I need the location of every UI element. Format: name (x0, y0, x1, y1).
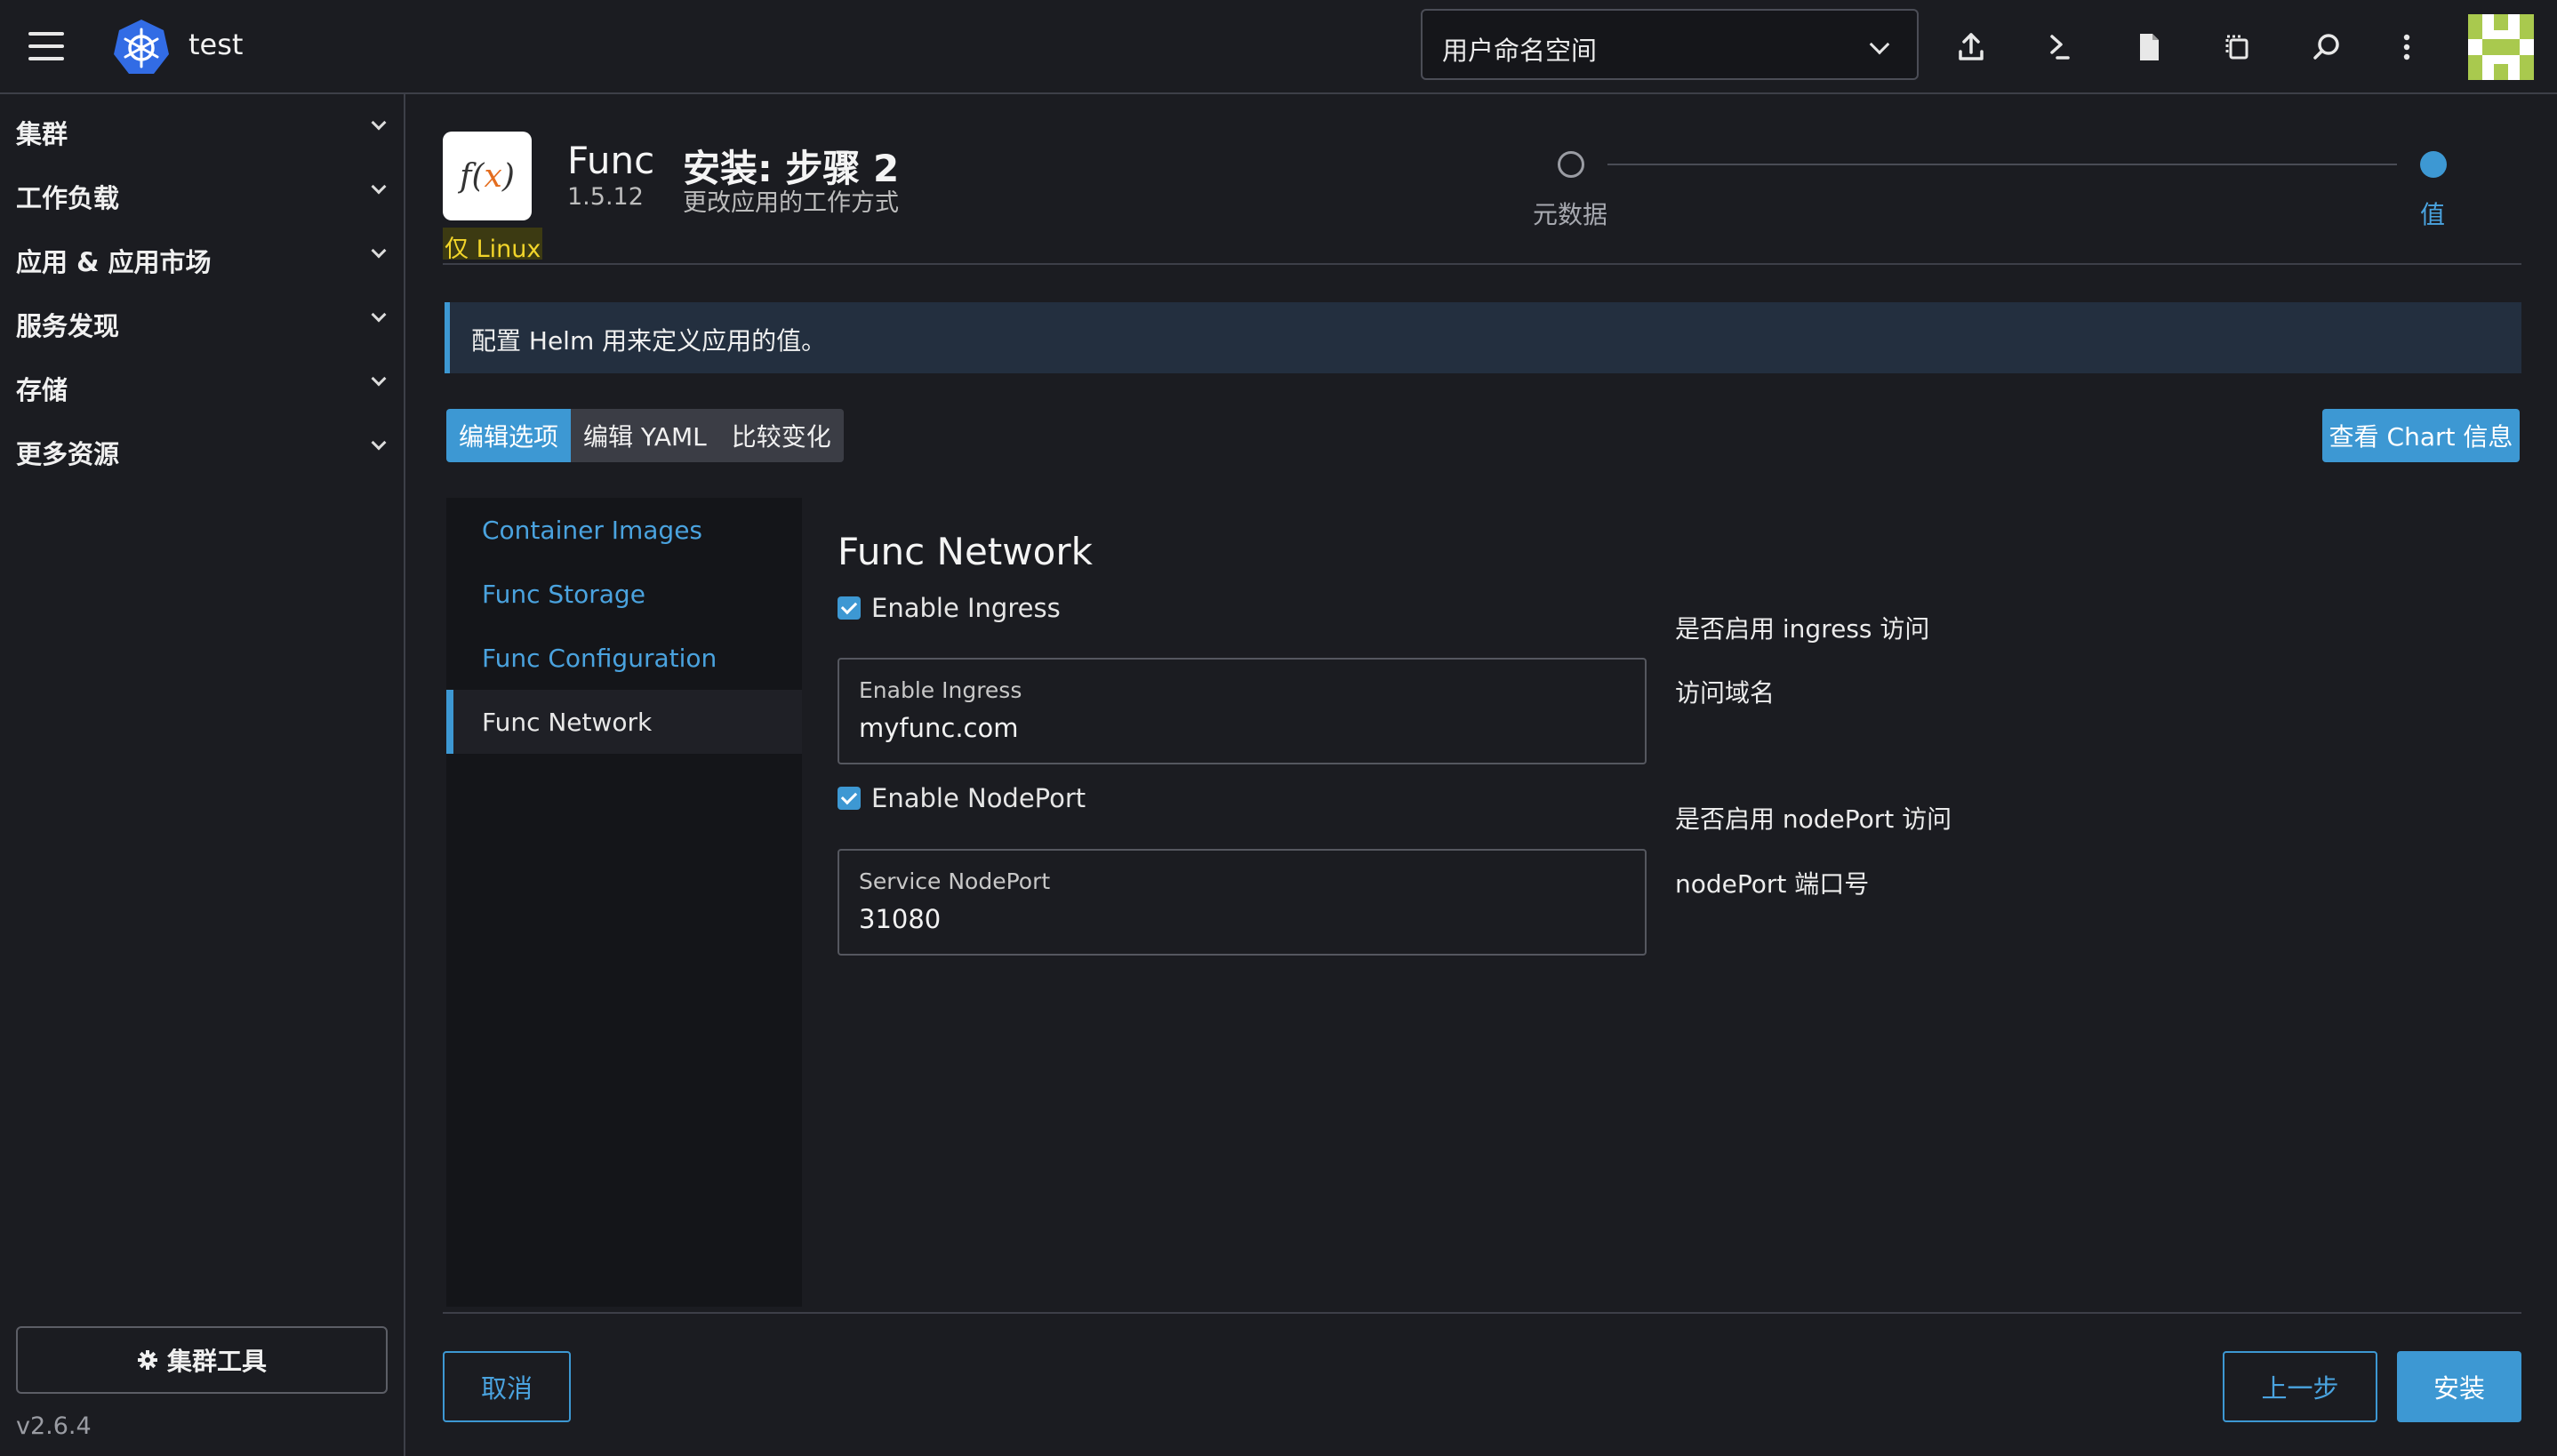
ingress-host-label: Enable Ingress (859, 677, 1022, 703)
sidebar-item-apps[interactable]: 应用 & 应用市场 (0, 228, 404, 281)
app-logo: f(x) (443, 132, 532, 220)
ingress-host-description: 访问域名 (1675, 678, 1775, 708)
more-vert-icon[interactable] (2383, 23, 2431, 71)
sidebar-item-label: 工作负载 (16, 183, 120, 213)
app-logo-text: f(x) (460, 157, 515, 195)
previous-button[interactable]: 上一步 (2223, 1351, 2377, 1422)
sidebar-item-service-discovery[interactable]: 服务发现 (0, 292, 404, 345)
service-nodeport-description: nodePort 端口号 (1675, 869, 1870, 899)
install-button[interactable]: 安装 (2397, 1351, 2521, 1422)
view-chart-info-button[interactable]: 查看 Chart 信息 (2322, 409, 2520, 462)
kubernetes-logo[interactable] (112, 18, 171, 76)
divider (443, 1312, 2521, 1314)
sidebar-item-workloads[interactable]: 工作负载 (0, 164, 404, 217)
chevron-down-icon (371, 307, 387, 323)
info-banner: 配置 Helm 用来定义应用的值。 (445, 302, 2521, 373)
values-section-nav: Container Images Func Storage Func Confi… (446, 498, 802, 1307)
gear-icon (137, 1350, 157, 1370)
enable-nodeport-checkbox[interactable] (838, 787, 861, 810)
chevron-down-icon (371, 243, 387, 259)
app-version: 1.5.12 (567, 183, 644, 211)
chevron-down-icon (371, 371, 387, 387)
chevron-down-icon (371, 179, 387, 195)
cluster-tools-label: 集群工具 (166, 1347, 267, 1376)
sidebar-item-more-resources[interactable]: 更多资源 (0, 420, 404, 473)
chevron-down-icon (371, 435, 387, 451)
copy-icon[interactable] (2214, 23, 2262, 71)
section-container-images[interactable]: Container Images (446, 498, 802, 562)
chevron-down-icon (371, 115, 387, 131)
step-metadata-label[interactable]: 元数据 (1533, 196, 1607, 231)
sidebar-item-cluster[interactable]: 集群 (0, 100, 404, 153)
sidebar-item-label: 集群 (16, 119, 68, 149)
section-label: Func Configuration (482, 644, 717, 673)
sidebar-item-storage[interactable]: 存储 (0, 356, 404, 409)
step-values-label[interactable]: 值 (2420, 196, 2445, 231)
tab-edit-yaml[interactable]: 编辑 YAML (571, 409, 719, 462)
step-values-indicator[interactable] (2420, 151, 2447, 178)
chevron-down-icon (1869, 34, 1890, 55)
enable-ingress-description: 是否启用 ingress 访问 (1675, 614, 1930, 644)
section-func-storage[interactable]: Func Storage (446, 562, 802, 626)
section-label: Container Images (482, 516, 703, 545)
tab-compare-changes[interactable]: 比较变化 (718, 409, 844, 462)
user-avatar[interactable] (2468, 14, 2534, 80)
step-subtitle: 更改应用的工作方式 (683, 189, 899, 217)
version-label: v2.6.4 (16, 1412, 92, 1440)
search-icon[interactable] (2303, 23, 2351, 71)
info-banner-text: 配置 Helm 用来定义应用的值。 (471, 326, 827, 356)
section-title: Func Network (838, 530, 1093, 573)
divider (443, 263, 2521, 265)
section-func-network[interactable]: Func Network (446, 690, 802, 754)
edit-mode-tabs: 编辑选项 编辑 YAML 比较变化 (446, 409, 844, 462)
app-name: Func (567, 139, 655, 182)
sidebar-item-label: 存储 (16, 375, 68, 405)
enable-nodeport-description: 是否启用 nodePort 访问 (1675, 804, 1952, 834)
service-nodeport-field[interactable]: Service NodePort (838, 849, 1647, 956)
ingress-host-input[interactable] (859, 713, 1623, 743)
service-nodeport-input[interactable] (859, 904, 1623, 934)
service-nodeport-label: Service NodePort (859, 868, 1051, 894)
namespace-select[interactable]: 用户命名空间 (1421, 9, 1919, 80)
top-header: test 用户命名空间 (0, 0, 2557, 94)
stepper-line (1607, 164, 2397, 165)
ingress-host-field[interactable]: Enable Ingress (838, 658, 1647, 764)
linux-only-badge: 仅 Linux (443, 228, 543, 263)
tab-edit-options[interactable]: 编辑选项 (446, 409, 572, 462)
menu-icon[interactable] (28, 32, 64, 60)
sidebar-item-label: 应用 & 应用市场 (16, 247, 212, 277)
section-func-configuration[interactable]: Func Configuration (446, 626, 802, 690)
cluster-name: test (188, 28, 244, 61)
sidebar-item-label: 服务发现 (16, 311, 120, 341)
sidebar-item-label: 更多资源 (16, 439, 120, 469)
enable-ingress-checkbox[interactable] (838, 596, 861, 620)
step-metadata-indicator[interactable] (1558, 151, 1584, 178)
enable-ingress-label[interactable]: Enable Ingress (871, 593, 1061, 623)
file-icon[interactable] (2125, 23, 2173, 71)
namespace-select-value: 用户命名空间 (1442, 36, 1598, 66)
enable-nodeport-label[interactable]: Enable NodePort (871, 783, 1086, 813)
terminal-icon[interactable] (2036, 23, 2084, 71)
upload-icon[interactable] (1947, 23, 1995, 71)
cluster-tools-button[interactable]: 集群工具 (16, 1326, 388, 1394)
cancel-button[interactable]: 取消 (443, 1351, 571, 1422)
section-label: Func Storage (482, 580, 645, 609)
section-label: Func Network (482, 708, 653, 737)
